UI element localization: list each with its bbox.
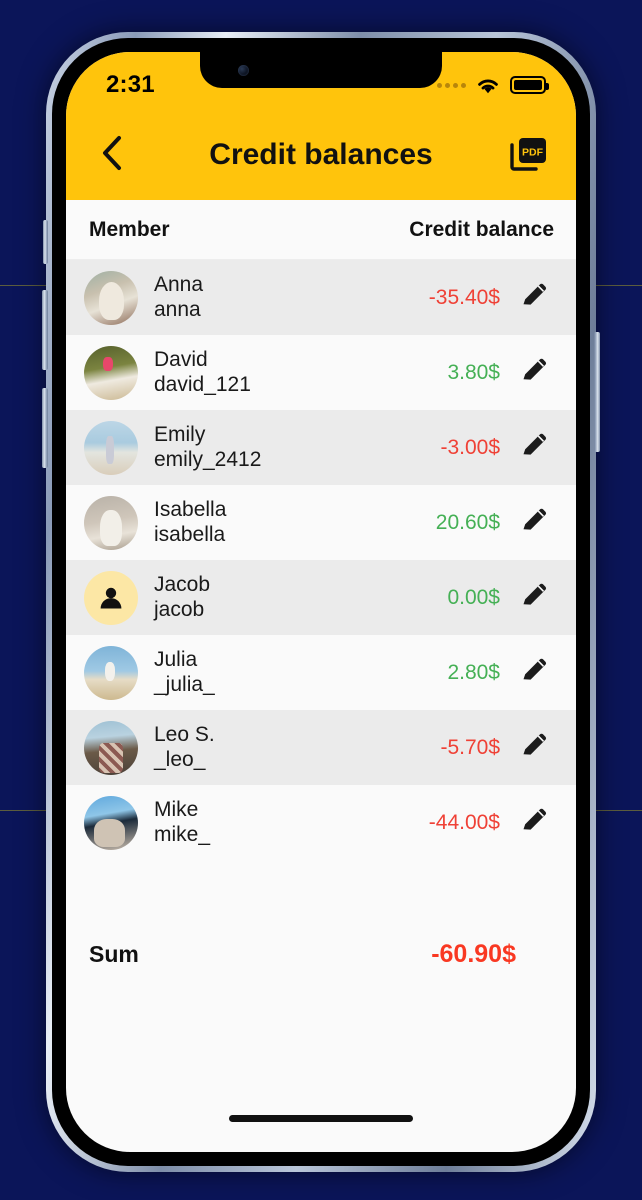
front-camera-icon bbox=[238, 65, 249, 76]
member-name: Emily bbox=[154, 422, 206, 446]
column-header-credit-balance: Credit balance bbox=[409, 217, 554, 241]
navigation-bar: Credit balances PDF bbox=[66, 110, 576, 200]
edit-balance-button[interactable] bbox=[514, 805, 554, 840]
pencil-icon bbox=[519, 580, 549, 615]
status-indicators bbox=[437, 68, 549, 95]
credit-balance-value: -35.40$ bbox=[428, 285, 500, 309]
credit-balance-value: 0.00$ bbox=[447, 585, 500, 609]
sum-value: -60.90$ bbox=[431, 939, 516, 968]
credit-balance-value: 20.60$ bbox=[435, 510, 500, 534]
sum-row: Sum -60.90$ bbox=[66, 922, 576, 986]
status-time: 2:31 bbox=[106, 71, 155, 98]
battery-full-icon bbox=[510, 76, 549, 94]
member-username: _leo_ bbox=[154, 747, 206, 771]
volume-down-button[interactable] bbox=[42, 388, 48, 468]
member-username: jacob bbox=[154, 597, 205, 621]
mute-switch[interactable] bbox=[43, 220, 48, 264]
member-name: Isabella bbox=[154, 497, 227, 521]
pencil-icon bbox=[519, 805, 549, 840]
member-name: Jacob bbox=[154, 572, 211, 596]
edit-balance-button[interactable] bbox=[514, 430, 554, 465]
edit-balance-button[interactable] bbox=[514, 280, 554, 315]
member-list: Anna anna -35.40$ David david_121 3.80$ Emily e… bbox=[66, 260, 576, 860]
page-title: Credit balances bbox=[209, 138, 433, 171]
svg-text:PDF: PDF bbox=[522, 147, 544, 159]
member-username: david_121 bbox=[154, 372, 251, 396]
avatar bbox=[84, 645, 138, 700]
edit-balance-button[interactable] bbox=[514, 580, 554, 615]
avatar bbox=[84, 420, 138, 475]
notch bbox=[200, 52, 442, 88]
power-button[interactable] bbox=[594, 332, 600, 452]
sum-label: Sum bbox=[89, 940, 139, 967]
volume-up-button[interactable] bbox=[42, 290, 48, 370]
table-row[interactable]: Jacob jacob 0.00$ bbox=[66, 560, 576, 635]
credit-balance-value: -3.00$ bbox=[440, 435, 500, 459]
pencil-icon bbox=[519, 355, 549, 390]
member-name: Mike bbox=[154, 797, 199, 821]
avatar bbox=[84, 720, 138, 775]
wifi-icon bbox=[475, 76, 501, 95]
column-header-member: Member bbox=[89, 217, 170, 241]
member-username: _julia_ bbox=[154, 672, 215, 696]
member-username: anna bbox=[154, 297, 201, 321]
phone-screen: 2:31 Credit balances PDF Member Credit b… bbox=[66, 52, 576, 1152]
member-names: Leo S. _leo_ bbox=[154, 723, 215, 773]
table-row[interactable]: Emily emily_2412 -3.00$ bbox=[66, 410, 576, 485]
avatar bbox=[84, 570, 138, 625]
pencil-icon bbox=[519, 505, 549, 540]
table-row[interactable]: Mike mike_ -44.00$ bbox=[66, 785, 576, 860]
credit-balance-value: 2.80$ bbox=[447, 660, 500, 684]
member-name: David bbox=[154, 347, 208, 371]
back-button[interactable] bbox=[88, 131, 136, 179]
member-names: David david_121 bbox=[154, 348, 251, 398]
avatar bbox=[84, 270, 138, 325]
table-header-row: Member Credit balance bbox=[66, 200, 576, 260]
pencil-icon bbox=[519, 280, 549, 315]
pencil-icon bbox=[519, 730, 549, 765]
credit-balance-value: -5.70$ bbox=[440, 735, 500, 759]
pencil-icon bbox=[519, 430, 549, 465]
member-names: Jacob jacob bbox=[154, 573, 210, 623]
edit-balance-button[interactable] bbox=[514, 355, 554, 390]
member-username: mike_ bbox=[154, 822, 211, 846]
edit-balance-button[interactable] bbox=[514, 730, 554, 765]
table-row[interactable]: Anna anna -35.40$ bbox=[66, 260, 576, 335]
edit-balance-button[interactable] bbox=[514, 655, 554, 690]
member-names: Isabella isabella bbox=[154, 498, 226, 548]
avatar bbox=[84, 495, 138, 550]
member-name: Anna bbox=[154, 272, 204, 296]
pdf-export-icon: PDF bbox=[508, 138, 550, 180]
signal-dots-icon bbox=[437, 82, 466, 88]
edit-balance-button[interactable] bbox=[514, 505, 554, 540]
member-username: emily_2412 bbox=[154, 447, 262, 471]
credit-balance-value: 3.80$ bbox=[447, 360, 500, 384]
export-pdf-button[interactable]: PDF bbox=[508, 134, 550, 176]
table-row[interactable]: Julia _julia_ 2.80$ bbox=[66, 635, 576, 710]
pencil-icon bbox=[519, 655, 549, 690]
credit-balance-value: -44.00$ bbox=[428, 810, 500, 834]
placeholder-person-icon bbox=[84, 571, 138, 625]
home-indicator[interactable] bbox=[229, 1115, 413, 1122]
phone-device-frame: 2:31 Credit balances PDF Member Credit b… bbox=[42, 32, 600, 1172]
phone-bezel: 2:31 Credit balances PDF Member Credit b… bbox=[52, 38, 590, 1166]
table-row[interactable]: David david_121 3.80$ bbox=[66, 335, 576, 410]
table-row[interactable]: Leo S. _leo_ -5.70$ bbox=[66, 710, 576, 785]
avatar bbox=[84, 795, 138, 850]
member-name: Leo S. bbox=[154, 722, 215, 746]
avatar bbox=[84, 345, 138, 400]
member-names: Emily emily_2412 bbox=[154, 423, 261, 473]
member-name: Julia bbox=[154, 647, 198, 671]
member-username: isabella bbox=[154, 522, 226, 546]
member-names: Julia _julia_ bbox=[154, 648, 215, 698]
member-names: Mike mike_ bbox=[154, 798, 210, 848]
table-row[interactable]: Isabella isabella 20.60$ bbox=[66, 485, 576, 560]
member-names: Anna anna bbox=[154, 273, 203, 323]
chevron-left-icon bbox=[100, 134, 124, 177]
